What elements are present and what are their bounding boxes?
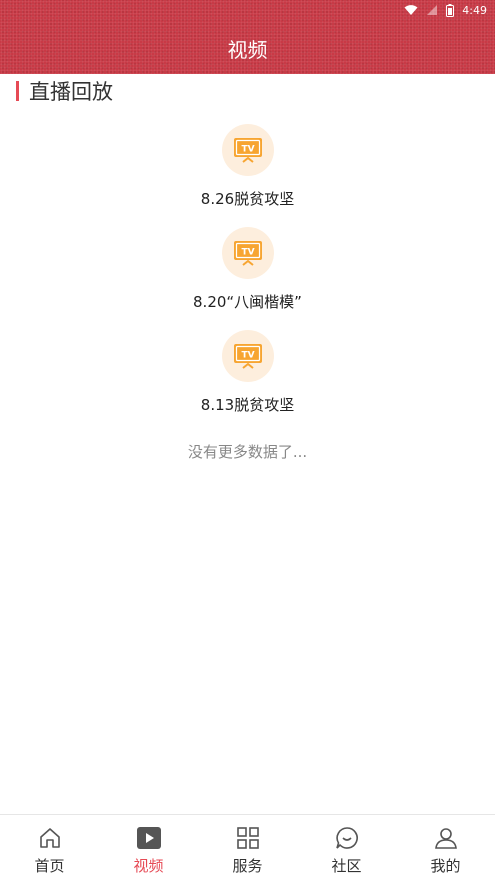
app-header: 4:49 视频 <box>0 0 495 74</box>
battery-icon <box>446 3 455 17</box>
page-title: 视频 <box>227 38 268 62</box>
grid-icon <box>236 825 260 851</box>
tab-service[interactable]: 服务 <box>198 815 297 881</box>
tab-profile[interactable]: 我的 <box>396 815 495 881</box>
tv-icon: TV <box>221 330 274 382</box>
wifi-icon <box>404 4 418 16</box>
signal-icon <box>426 4 438 16</box>
tv-badge: TV <box>241 351 254 361</box>
video-item[interactable]: TV 8.20“八闽楷模” <box>0 227 495 312</box>
tab-label: 社区 <box>331 857 362 875</box>
tab-community[interactable]: 社区 <box>297 815 396 881</box>
tab-home[interactable]: 首页 <box>0 815 99 881</box>
section-accent-bar <box>16 81 19 101</box>
tab-label: 服务 <box>232 857 263 875</box>
user-icon <box>434 825 458 851</box>
tv-badge: TV <box>241 248 254 258</box>
tv-badge: TV <box>241 145 254 155</box>
chat-bubble-icon <box>335 825 359 851</box>
no-more-data-text: 没有更多数据了... <box>187 443 308 461</box>
tv-icon: TV <box>221 124 274 176</box>
video-play-icon <box>136 825 162 851</box>
home-icon <box>38 825 62 851</box>
video-item[interactable]: TV 8.13脱贫攻坚 <box>0 330 495 415</box>
video-title: 8.20“八闽楷模” <box>193 293 302 311</box>
status-time: 4:49 <box>462 3 487 17</box>
section-header: 直播回放 <box>16 78 113 104</box>
tv-icon: TV <box>221 227 274 279</box>
tab-label: 视频 <box>133 857 164 875</box>
video-item[interactable]: TV 8.26脱贫攻坚 <box>0 124 495 209</box>
tab-label: 首页 <box>34 857 65 875</box>
section-title: 直播回放 <box>29 80 113 104</box>
video-title: 8.26脱贫攻坚 <box>200 190 295 208</box>
bottom-tab-bar: 首页 视频 服务 社区 我的 <box>0 814 495 881</box>
status-bar: 4:49 <box>404 0 487 20</box>
video-title: 8.13脱贫攻坚 <box>200 396 295 414</box>
tab-video[interactable]: 视频 <box>99 815 198 881</box>
tab-label: 我的 <box>430 857 461 875</box>
